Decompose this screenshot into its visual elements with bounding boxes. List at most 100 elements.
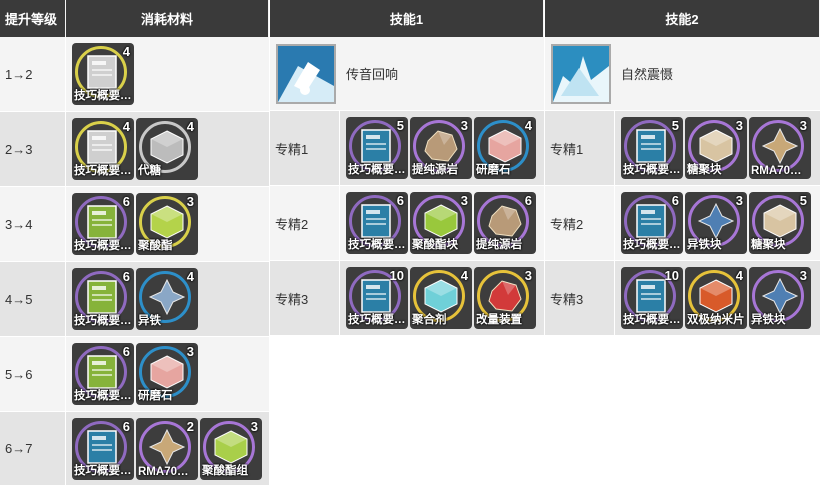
- item-count: 4: [122, 119, 130, 134]
- level-label: 1→2: [0, 37, 66, 111]
- material-item-book-1[interactable]: 4 技巧概要…: [72, 118, 134, 180]
- bell-skill-icon: [276, 43, 336, 104]
- material-item-book-2[interactable]: 6 技巧概要…: [72, 343, 134, 405]
- item-name: 技巧概要…: [623, 314, 681, 326]
- material-item-polyester-pack[interactable]: 3 聚酸酯组: [200, 417, 262, 480]
- materials-cell: 6 技巧概要… 3 研磨石: [66, 337, 269, 411]
- item-name: 技巧概要…: [348, 239, 406, 251]
- material-item-oriron-block[interactable]: 3 异铁块: [749, 267, 811, 329]
- material-item-book-3[interactable]: 5 技巧概要…: [346, 117, 408, 179]
- skill2-column-header: 技能2: [545, 0, 820, 37]
- item-name: 异铁块: [751, 314, 786, 326]
- skill1-column-header: 技能1: [270, 0, 544, 37]
- item-name: 提纯源岩: [412, 164, 458, 176]
- skill2-head: 自然震慑: [545, 37, 820, 111]
- item-name: 技巧概要…: [74, 165, 132, 177]
- material-item-book-3[interactable]: 10 技巧概要…: [346, 267, 408, 329]
- item-name: 异铁: [138, 315, 161, 327]
- materials-cell: 10 技巧概要… 4 聚合剂 3 改量装置: [340, 261, 544, 335]
- item-name: 技巧概要…: [74, 390, 132, 402]
- level-row: 3→4 6 技巧概要… 3 聚酸酯: [0, 187, 269, 262]
- shatter-skill-icon: [551, 43, 611, 104]
- item-count: 6: [396, 193, 404, 208]
- material-item-oriron-block[interactable]: 3 异铁块: [685, 192, 747, 254]
- mastery-row: 专精2 6 技巧概要… 3 异铁块 5 糖聚块: [545, 186, 820, 261]
- material-item-sugar-lump[interactable]: 5 糖聚块: [749, 192, 811, 254]
- material-item-book-3[interactable]: 6 技巧概要…: [621, 192, 683, 254]
- item-count: 3: [524, 268, 532, 283]
- material-item-book-3[interactable]: 10 技巧概要…: [621, 267, 683, 329]
- material-item-device[interactable]: 3 改量装置: [474, 267, 536, 329]
- item-count: 6: [671, 193, 679, 208]
- mastery-label: 专精3: [545, 261, 615, 335]
- item-count: 5: [396, 118, 404, 133]
- material-item-rma[interactable]: 3 RMA70…: [749, 117, 811, 179]
- material-item-polymerizer[interactable]: 4 聚合剂: [410, 267, 472, 329]
- material-item-sugar-sub[interactable]: 4 代糖: [136, 118, 198, 180]
- item-count: 6: [122, 269, 130, 284]
- materials-column-header: 消耗材料: [66, 0, 269, 37]
- level-label: 2→3: [0, 112, 66, 186]
- item-count: 5: [799, 193, 807, 208]
- item-name: RMA70…: [751, 165, 802, 177]
- material-item-polyester-lump[interactable]: 3 聚酸酯块: [410, 192, 472, 254]
- item-name: 技巧概要…: [74, 315, 132, 327]
- item-name: 技巧概要…: [74, 90, 132, 102]
- material-item-rma[interactable]: 2 RMA70…: [136, 417, 198, 480]
- item-name: 研磨石: [476, 164, 511, 176]
- materials-cell: 5 技巧概要… 3 提纯源岩 4 研磨石: [340, 111, 544, 185]
- skill2-name: 自然震慑: [621, 67, 674, 82]
- material-item-orirock-cube[interactable]: 3 提纯源岩: [410, 117, 472, 179]
- material-item-grindstone[interactable]: 4 研磨石: [474, 117, 536, 179]
- material-item-book-3[interactable]: 6 技巧概要…: [346, 192, 408, 254]
- item-count: 4: [186, 119, 194, 134]
- mastery-row: 专精1 5 技巧概要… 3 糖聚块 3 RMA70…: [545, 111, 820, 186]
- item-name: 糖聚块: [687, 164, 722, 176]
- item-count: 3: [735, 118, 743, 133]
- item-count: 3: [186, 344, 194, 359]
- skill1-name: 传音回响: [346, 67, 399, 82]
- materials-cell: 6 技巧概要… 3 聚酸酯: [66, 187, 269, 261]
- item-name: 糖聚块: [751, 239, 786, 251]
- item-count: 4: [460, 268, 468, 283]
- materials-cell: 4 技巧概要… 4 代糖: [66, 112, 269, 186]
- material-item-grindstone[interactable]: 3 研磨石: [136, 343, 198, 405]
- item-count: 3: [460, 193, 468, 208]
- material-item-oriron[interactable]: 4 异铁: [136, 268, 198, 330]
- item-count: 10: [389, 268, 404, 283]
- material-item-orirock-cube[interactable]: 6 提纯源岩: [474, 192, 536, 254]
- material-item-book-2[interactable]: 6 技巧概要…: [72, 193, 134, 255]
- item-name: 技巧概要…: [74, 240, 132, 252]
- level-rows: 1→2 4 技巧概要… 2→3 4 技巧概要… 4 代糖 3→4 6 技巧概要… 3 聚酸酯 4→5 6 技巧…: [0, 37, 269, 486]
- item-name: 聚酸酯块: [412, 239, 458, 251]
- skill1-head: 传音回响: [270, 37, 544, 111]
- materials-cell: 6 技巧概要… 3 异铁块 5 糖聚块: [615, 186, 820, 260]
- item-name: 技巧概要…: [348, 164, 406, 176]
- item-name: 技巧概要…: [348, 314, 406, 326]
- item-count: 5: [671, 118, 679, 133]
- materials-cell: 10 技巧概要… 4 双极纳米片 3 异铁块: [615, 261, 820, 335]
- materials-cell: 6 技巧概要… 3 聚酸酯块 6 提纯源岩: [340, 186, 544, 260]
- material-item-nanoflake[interactable]: 4 双极纳米片: [685, 267, 747, 329]
- material-item-polyester[interactable]: 3 聚酸酯: [136, 193, 198, 255]
- item-name: 聚酸酯组: [202, 464, 248, 477]
- mastery-row: 专精3 10 技巧概要… 4 聚合剂 3 改量装置: [270, 261, 544, 336]
- item-count: 6: [122, 344, 130, 359]
- item-name: 技巧概要…: [623, 239, 681, 251]
- item-name: 技巧概要…: [74, 464, 132, 477]
- item-count: 10: [664, 268, 679, 283]
- mastery-label: 专精2: [545, 186, 615, 260]
- skill1-table: 技能1 传音回响 专精1 5 技巧概要… 3 提纯源岩 4 研磨石 专精2 6 技巧概要… 3 聚酸酯…: [270, 0, 544, 336]
- item-name: 研磨石: [138, 390, 173, 402]
- material-item-book-2[interactable]: 6 技巧概要…: [72, 268, 134, 330]
- level-row: 6→7 6 技巧概要… 2 RMA70… 3 聚酸酯组: [0, 412, 269, 486]
- item-count: 3: [186, 194, 194, 209]
- material-item-book-3[interactable]: 5 技巧概要…: [621, 117, 683, 179]
- material-item-book-3[interactable]: 6 技巧概要…: [72, 417, 134, 480]
- level-column-header: 提升等级: [0, 0, 66, 37]
- material-item-sugar-lump[interactable]: 3 糖聚块: [685, 117, 747, 179]
- materials-cell: 6 技巧概要… 2 RMA70… 3 聚酸酯组: [66, 412, 269, 485]
- level-row: 2→3 4 技巧概要… 4 代糖: [0, 112, 269, 187]
- material-item-book-1[interactable]: 4 技巧概要…: [72, 43, 134, 105]
- item-count: 4: [524, 118, 532, 133]
